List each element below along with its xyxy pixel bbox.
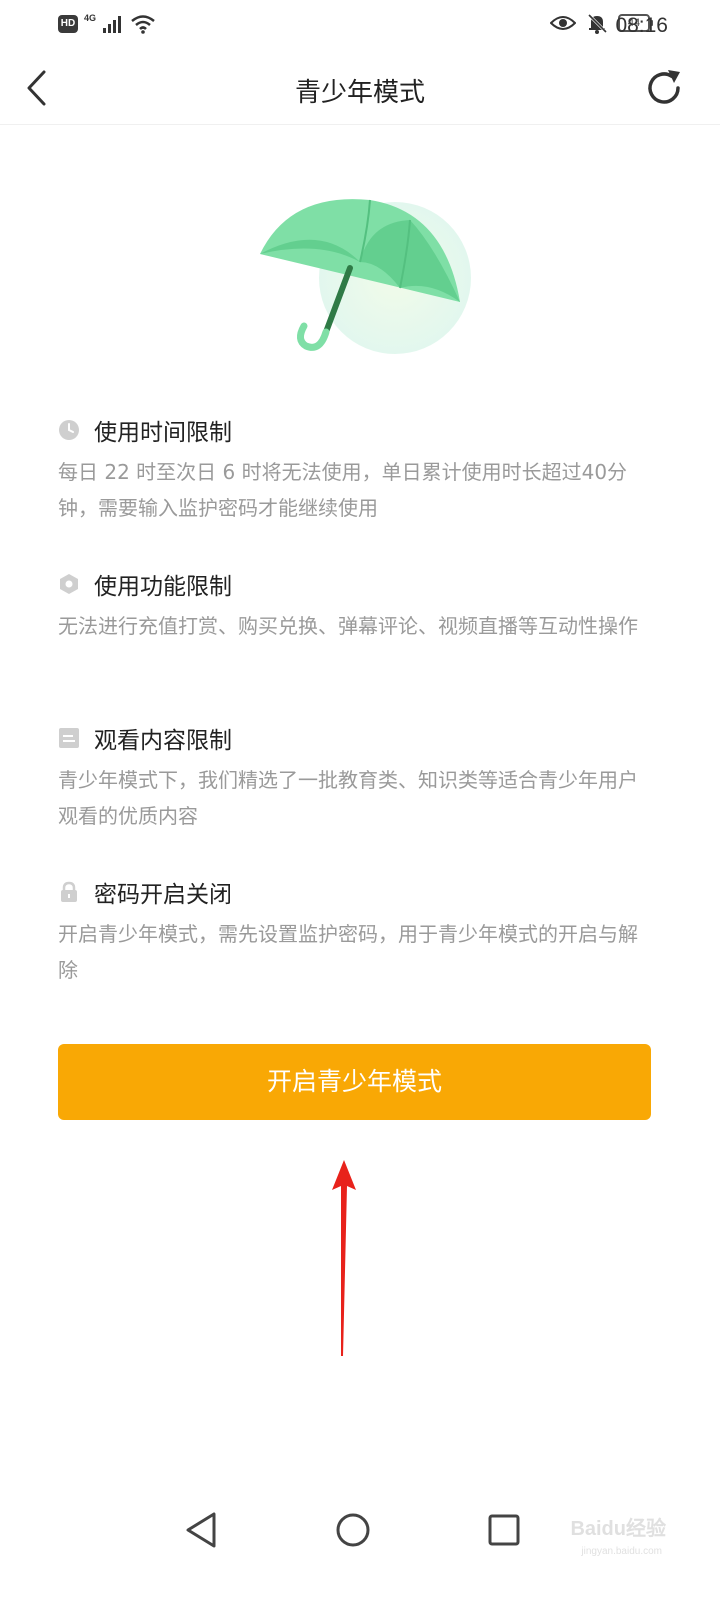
annotation-arrow-icon	[332, 1160, 356, 1356]
feature-desc: 每日 22 时至次日 6 时将无法使用，单日累计使用时长超过40分钟，需要输入监…	[58, 460, 628, 520]
clock-icon	[59, 420, 79, 440]
eye-icon	[550, 16, 576, 30]
status-time: 08:16	[615, 14, 668, 37]
refresh-button[interactable]	[642, 66, 686, 110]
wifi-icon	[131, 15, 155, 34]
feature-desc: 开启青少年模式，需先设置监护密码，用于青少年模式的开启与解除	[58, 922, 638, 982]
umbrella-illustration	[250, 192, 480, 362]
home-circle-icon	[336, 1513, 370, 1547]
umbrella-icon	[260, 199, 471, 354]
refresh-icon	[648, 70, 680, 104]
feature-title: 观看内容限制	[94, 728, 232, 754]
watermark-brand: Baidu经验	[570, 1518, 666, 1540]
feature-head: 观看内容限制	[58, 720, 658, 756]
feature-head: 密码开启关闭	[58, 874, 658, 910]
hexagon-icon	[60, 574, 78, 594]
hd-badge: HD	[58, 15, 78, 33]
feature-desc: 无法进行充值打赏、购买兑换、弹幕评论、视频直播等互动性操作	[58, 614, 638, 638]
feature-password: 密码开启关闭 开启青少年模式，需先设置监护密码，用于青少年模式的开启与解除	[58, 874, 658, 988]
status-left: HD 4G	[58, 13, 156, 34]
feature-time-limit: 使用时间限制 每日 22 时至次日 6 时将无法使用，单日累计使用时长超过40分…	[58, 412, 658, 526]
feature-function-limit: 使用功能限制 无法进行充值打赏、购买兑换、弹幕评论、视频直播等互动性操作	[58, 566, 658, 644]
page-title: 青少年模式	[294, 78, 425, 108]
recents-square-icon	[488, 1514, 520, 1546]
content-icon	[59, 728, 79, 748]
nav-home-button[interactable]	[331, 1508, 375, 1552]
nav-back-button[interactable]	[180, 1508, 224, 1552]
nav-recents-button[interactable]	[482, 1508, 526, 1552]
enable-teen-mode-button[interactable]: 开启青少年模式	[58, 1044, 651, 1120]
watermark-url: jingyan.baidu.com	[581, 1546, 662, 1557]
feature-content-limit: 观看内容限制 青少年模式下，我们精选了一批教育类、知识类等适合青少年用户观看的优…	[58, 720, 658, 834]
app-header: 青少年模式	[0, 52, 720, 125]
feature-head: 使用功能限制	[58, 566, 658, 602]
baidu-watermark: Baidu经验 jingyan.baidu.com	[546, 1500, 666, 1580]
status-bar: HD 4G 44 08:16	[0, 0, 720, 52]
signal-icon	[103, 16, 122, 33]
feature-title: 密码开启关闭	[94, 882, 232, 908]
feature-desc: 青少年模式下，我们精选了一批教育类、知识类等适合青少年用户观看的优质内容	[58, 768, 638, 828]
feature-title: 使用时间限制	[94, 420, 232, 446]
back-triangle-icon	[186, 1512, 216, 1548]
network-type: 4G	[84, 13, 97, 23]
bell-muted-icon	[587, 13, 608, 34]
feature-head: 使用时间限制	[58, 412, 658, 448]
feature-title: 使用功能限制	[94, 574, 232, 600]
lock-icon	[61, 881, 77, 902]
